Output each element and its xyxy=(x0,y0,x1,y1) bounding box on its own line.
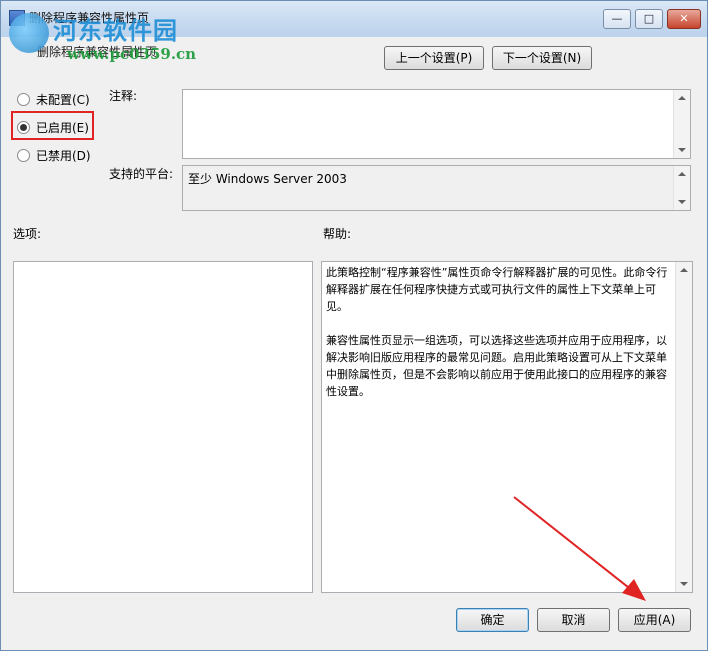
scroll-down-icon[interactable] xyxy=(680,582,688,586)
comment-label: 注释: xyxy=(109,89,138,103)
help-paragraph-2: 兼容性属性页显示一组选项，可以选择这些选项并应用于应用程序，以解决影响旧版应用程… xyxy=(326,334,667,398)
platform-label: 支持的平台: xyxy=(109,167,174,181)
scroll-up-icon[interactable] xyxy=(680,268,688,272)
options-panel xyxy=(13,261,313,593)
radio-not-configured[interactable]: 未配置(C) xyxy=(17,91,90,108)
previous-setting-button[interactable]: 上一个设置(P) xyxy=(384,46,484,70)
policy-icon xyxy=(9,10,25,26)
enabled-highlight-box xyxy=(11,111,94,140)
platform-value: 至少 Windows Server 2003 xyxy=(188,172,347,186)
cancel-button[interactable]: 取消 xyxy=(537,608,610,632)
comment-scrollbar[interactable] xyxy=(673,90,690,158)
scroll-up-icon[interactable] xyxy=(678,96,686,100)
setting-name: 删除程序兼容性属性页 xyxy=(37,45,158,59)
annotation-arrow-head xyxy=(622,579,646,601)
help-paragraph-1: 此策略控制“程序兼容性”属性页命令行解释器扩展的可见性。此命令行解释器扩展在任何… xyxy=(326,266,668,313)
close-button[interactable]: ✕ xyxy=(667,9,701,29)
title-bar[interactable]: 删除程序兼容性属性页 — □ ✕ xyxy=(1,1,707,37)
maximize-button[interactable]: □ xyxy=(635,9,663,29)
radio-circle[interactable] xyxy=(17,149,30,162)
scroll-down-icon[interactable] xyxy=(678,200,686,204)
apply-button[interactable]: 应用(A) xyxy=(618,608,691,632)
annotation-arrow-line xyxy=(513,496,639,596)
radio-circle[interactable] xyxy=(17,93,30,106)
help-label: 帮助: xyxy=(323,227,352,241)
comment-textarea[interactable] xyxy=(182,89,691,159)
scroll-down-icon[interactable] xyxy=(678,148,686,152)
scroll-up-icon[interactable] xyxy=(678,172,686,176)
minimize-button[interactable]: — xyxy=(603,9,631,29)
radio-disabled[interactable]: 已禁用(D) xyxy=(17,147,91,164)
radio-label: 已禁用(D) xyxy=(36,149,91,163)
options-label: 选项: xyxy=(13,227,42,241)
policy-dialog: 删除程序兼容性属性页 — □ ✕ 删除程序兼容性属性页 河东软件园 www.pc… xyxy=(0,0,708,651)
radio-label: 未配置(C) xyxy=(36,93,90,107)
platform-field: 至少 Windows Server 2003 xyxy=(182,165,691,211)
annotation-arrow xyxy=(513,496,646,601)
platform-scrollbar[interactable] xyxy=(673,166,690,210)
window-title: 删除程序兼容性属性页 xyxy=(29,11,150,25)
help-scrollbar[interactable] xyxy=(675,262,692,592)
ok-button[interactable]: 确定 xyxy=(456,608,529,632)
next-setting-button[interactable]: 下一个设置(N) xyxy=(492,46,592,70)
